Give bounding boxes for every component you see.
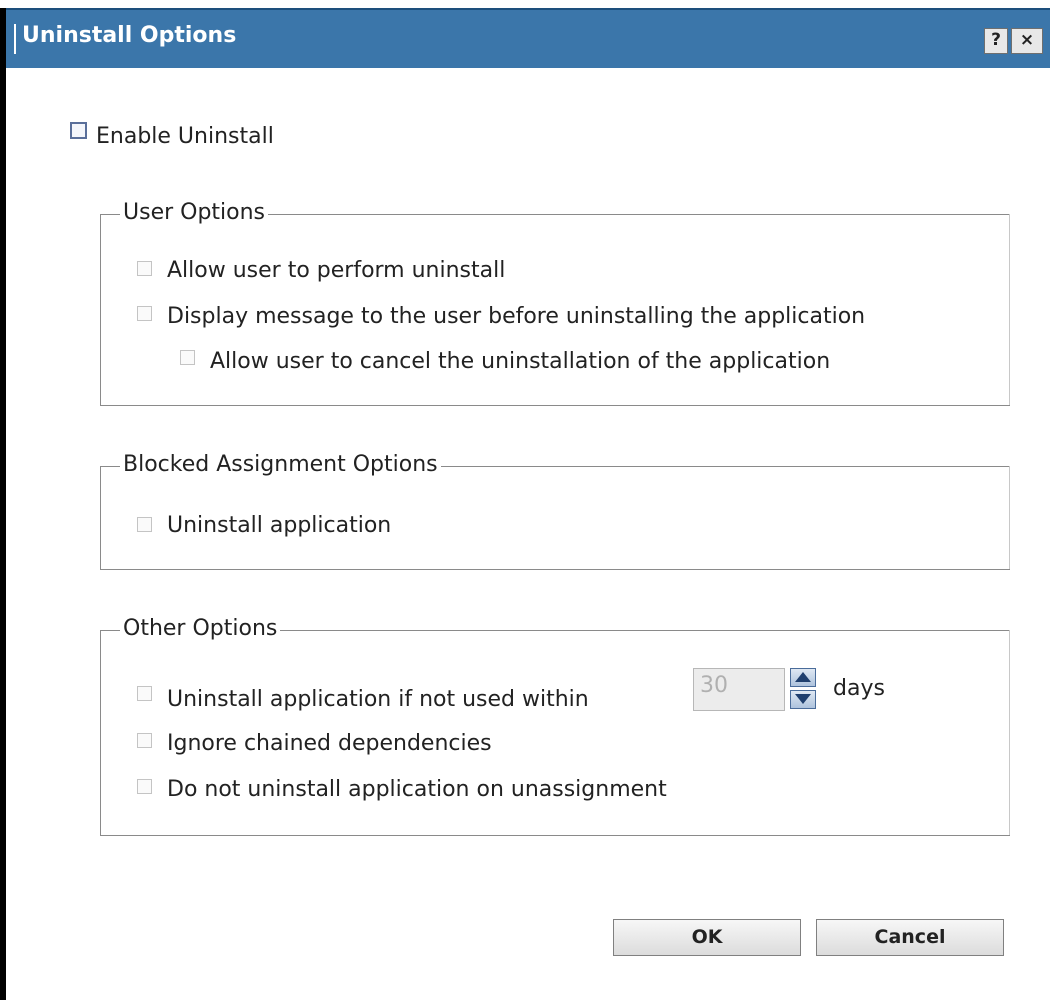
arrow-down-icon (795, 694, 811, 704)
display-message-checkbox[interactable] (137, 306, 152, 321)
help-button[interactable]: ? (984, 28, 1008, 54)
user-options-legend: User Options (120, 198, 269, 228)
display-message-label: Display message to the user before unins… (167, 304, 866, 329)
spin-up-button[interactable] (790, 668, 816, 687)
ignore-chained-label: Ignore chained dependencies (167, 731, 492, 756)
ignore-chained-checkbox[interactable] (137, 733, 152, 748)
blocked-assignment-legend: Blocked Assignment Options (120, 450, 441, 480)
days-input[interactable]: 30 (693, 668, 785, 711)
dialog-titlebar: Uninstall Options ? × (6, 8, 1050, 68)
allow-cancel-label: Allow user to cancel the uninstallation … (210, 349, 831, 374)
uninstall-application-checkbox[interactable] (137, 517, 152, 532)
uninstall-if-not-used-label: Uninstall application if not used within (167, 687, 589, 712)
no-uninstall-unassignment-label: Do not uninstall application on unassign… (167, 777, 667, 802)
dialog-title: Uninstall Options (22, 23, 237, 48)
enable-uninstall-label: Enable Uninstall (96, 124, 274, 149)
spin-down-button[interactable] (790, 690, 816, 709)
close-button[interactable]: × (1011, 28, 1043, 54)
allow-user-uninstall-label: Allow user to perform uninstall (167, 258, 506, 283)
other-options-legend: Other Options (120, 614, 281, 644)
cancel-button[interactable]: Cancel (816, 919, 1004, 956)
arrow-up-icon (795, 672, 811, 682)
days-unit-label: days (833, 676, 885, 701)
ok-button[interactable]: OK (613, 919, 801, 956)
allow-cancel-checkbox[interactable] (180, 350, 195, 365)
title-mark (14, 24, 16, 54)
no-uninstall-unassignment-checkbox[interactable] (137, 779, 152, 794)
uninstall-application-label: Uninstall application (167, 513, 392, 538)
uninstall-if-not-used-checkbox[interactable] (137, 686, 152, 701)
allow-user-uninstall-checkbox[interactable] (137, 261, 152, 276)
uninstall-options-dialog: Uninstall Options ? × Enable Uninstall U… (0, 0, 1050, 1000)
enable-uninstall-checkbox[interactable] (70, 122, 87, 139)
window-edge (0, 8, 6, 1000)
